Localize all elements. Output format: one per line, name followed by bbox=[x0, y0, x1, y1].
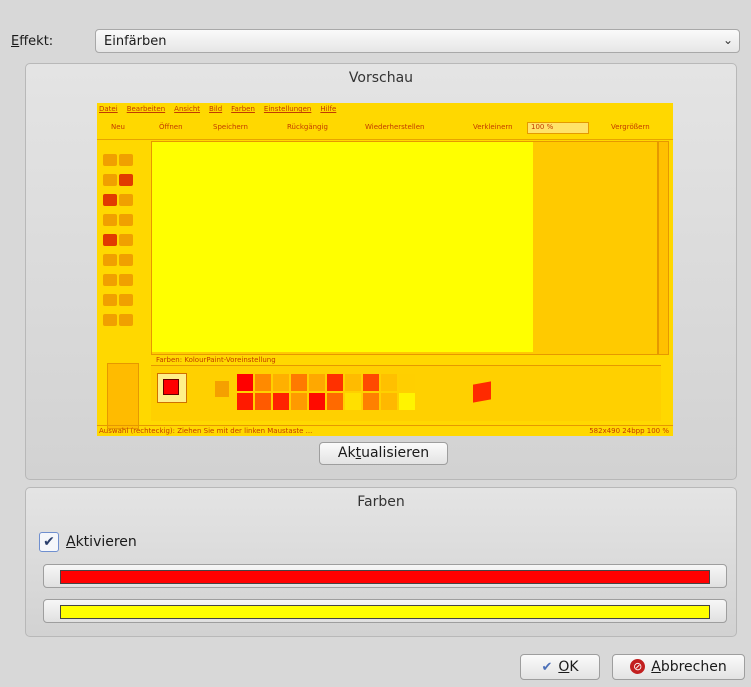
preview-colorbar-title: Farben: KolourPaint-Voreinstellung bbox=[156, 356, 276, 364]
preview-tool-icon bbox=[103, 194, 117, 206]
effect-label: Effekt: bbox=[11, 34, 53, 49]
preview-status-right: 582x490 24bpp 100 % bbox=[589, 427, 669, 435]
preview-tool-icon bbox=[103, 274, 117, 286]
preview-swatch bbox=[399, 374, 415, 391]
effect-select-value: Einfärben bbox=[104, 34, 167, 49]
preview-statusbar: Auswahl (rechteckig): Ziehen Sie mit der… bbox=[97, 425, 673, 436]
preview-swatch bbox=[291, 374, 307, 391]
preview-swatch bbox=[255, 393, 271, 410]
ok-label-mnemonic: O bbox=[558, 659, 570, 675]
preview-scrollbar bbox=[658, 141, 669, 355]
cancel-label-mnemonic: A bbox=[651, 659, 661, 675]
chevron-down-icon: ⌄ bbox=[722, 33, 733, 47]
preview-canvas-frame bbox=[151, 141, 658, 355]
preview-menu-item: Bild bbox=[209, 105, 223, 113]
preview-status-left: Auswahl (rechteckig): Ziehen Sie mit der… bbox=[99, 427, 313, 435]
preview-menubar: Datei Bearbeiten Ansicht Bild Farben Einstell… bbox=[99, 105, 345, 113]
refresh-label-part: ualisieren bbox=[361, 445, 430, 461]
preview-tool-icon bbox=[103, 314, 117, 326]
cancel-label-text: bbrechen bbox=[660, 659, 727, 675]
preview-swatch bbox=[345, 393, 361, 410]
refresh-button[interactable]: Aktualisieren bbox=[319, 442, 448, 465]
preview-tool-icon bbox=[119, 254, 133, 266]
preview-swatch bbox=[309, 393, 325, 410]
preview-swatch bbox=[291, 393, 307, 410]
checkmark-icon: ✔ bbox=[541, 660, 553, 675]
preview-canvas bbox=[152, 142, 533, 352]
preview-tool-icon bbox=[119, 154, 133, 166]
preview-menu-item: Hilfe bbox=[320, 105, 337, 113]
preview-toolbar-item: Rückgängig bbox=[287, 123, 328, 131]
preview-toolbar-item: Verkleinern bbox=[473, 123, 513, 131]
preview-tool-icon bbox=[103, 254, 117, 266]
preview-palette bbox=[237, 374, 433, 410]
preview-tool-icon bbox=[119, 194, 133, 206]
preview-swatch bbox=[363, 374, 379, 391]
ok-button[interactable]: ✔ OK bbox=[520, 654, 600, 680]
preview-toolbar-item: Neu bbox=[111, 123, 125, 131]
preview-swatch bbox=[381, 393, 397, 410]
preview-toolbar: Neu Öffnen Speichern Rückgängig Wiederhe… bbox=[97, 117, 673, 140]
preview-tool-icon bbox=[103, 154, 117, 166]
color-1-button[interactable] bbox=[43, 564, 727, 588]
preview-swatch bbox=[237, 393, 253, 410]
preview-toolbar-item: Wiederherstellen bbox=[365, 123, 425, 131]
preview-tool-icon bbox=[119, 214, 133, 226]
preview-tool-icon bbox=[103, 234, 117, 246]
checkmark-icon: ✔ bbox=[43, 534, 55, 550]
preview-toolbar-item: Speichern bbox=[213, 123, 248, 131]
preview-menu-item: Ansicht bbox=[174, 105, 201, 113]
preview-tool-icon bbox=[103, 174, 117, 186]
preview-swatch bbox=[255, 374, 271, 391]
preview-menu-item: Bearbeiten bbox=[126, 105, 166, 113]
preview-image: Datei Bearbeiten Ansicht Bild Farben Einstell… bbox=[97, 103, 673, 436]
preview-swatch bbox=[309, 374, 325, 391]
preview-tool-icon bbox=[119, 174, 133, 186]
color-2-button[interactable] bbox=[43, 599, 727, 623]
activate-label[interactable]: Aktivieren bbox=[66, 534, 137, 550]
color-2-swatch bbox=[60, 605, 710, 619]
colors-title: Farben bbox=[357, 494, 405, 510]
preview-swatch bbox=[237, 374, 253, 391]
refresh-label-part: Ak bbox=[337, 445, 356, 461]
preview-active-color bbox=[157, 373, 187, 403]
preview-tool-icon bbox=[119, 234, 133, 246]
preview-title: Vorschau bbox=[348, 70, 414, 86]
cancel-button[interactable]: ⊘ Abbrechen bbox=[612, 654, 745, 680]
effect-select[interactable]: Einfärben ⌄ bbox=[95, 29, 740, 53]
preview-toolbox bbox=[103, 153, 143, 333]
preview-cube-icon bbox=[473, 381, 491, 403]
preview-tool-icon bbox=[103, 214, 117, 226]
preview-menu-item: Farben bbox=[231, 105, 255, 113]
effect-label-mnemonic: E bbox=[11, 34, 20, 49]
effect-label-text: ffekt: bbox=[19, 34, 54, 49]
preview-tool-icon bbox=[103, 294, 117, 306]
preview-tool-icon bbox=[119, 274, 133, 286]
ok-label-text: K bbox=[569, 659, 579, 675]
activate-label-text: ktivieren bbox=[75, 534, 137, 550]
preview-toolbar-item: Vergrößern bbox=[611, 123, 650, 131]
color-1-swatch bbox=[60, 570, 710, 584]
preview-tool-icon bbox=[119, 314, 133, 326]
preview-side-icons bbox=[107, 363, 139, 429]
preview-swatch bbox=[327, 393, 343, 410]
activate-label-mnemonic: A bbox=[66, 534, 76, 550]
preview-zoom-box: 100 % bbox=[527, 122, 589, 134]
cancel-icon: ⊘ bbox=[630, 659, 646, 674]
preview-menu-item: Datei bbox=[99, 105, 118, 113]
preview-swatch bbox=[345, 374, 361, 391]
activate-checkbox[interactable]: ✔ bbox=[39, 532, 59, 552]
preview-menu-item: Einstellungen bbox=[263, 105, 312, 113]
preview-swatch bbox=[381, 374, 397, 391]
preview-toolbar-item: Öffnen bbox=[159, 123, 183, 131]
preview-swatch bbox=[327, 374, 343, 391]
preview-swatch bbox=[363, 393, 379, 410]
preview-zoom-value: 100 % bbox=[531, 123, 554, 131]
preview-swatch bbox=[273, 374, 289, 391]
preview-swatch bbox=[399, 393, 415, 410]
preview-tool-icon bbox=[119, 294, 133, 306]
preview-swap-icon bbox=[215, 381, 229, 397]
preview-swatch bbox=[273, 393, 289, 410]
